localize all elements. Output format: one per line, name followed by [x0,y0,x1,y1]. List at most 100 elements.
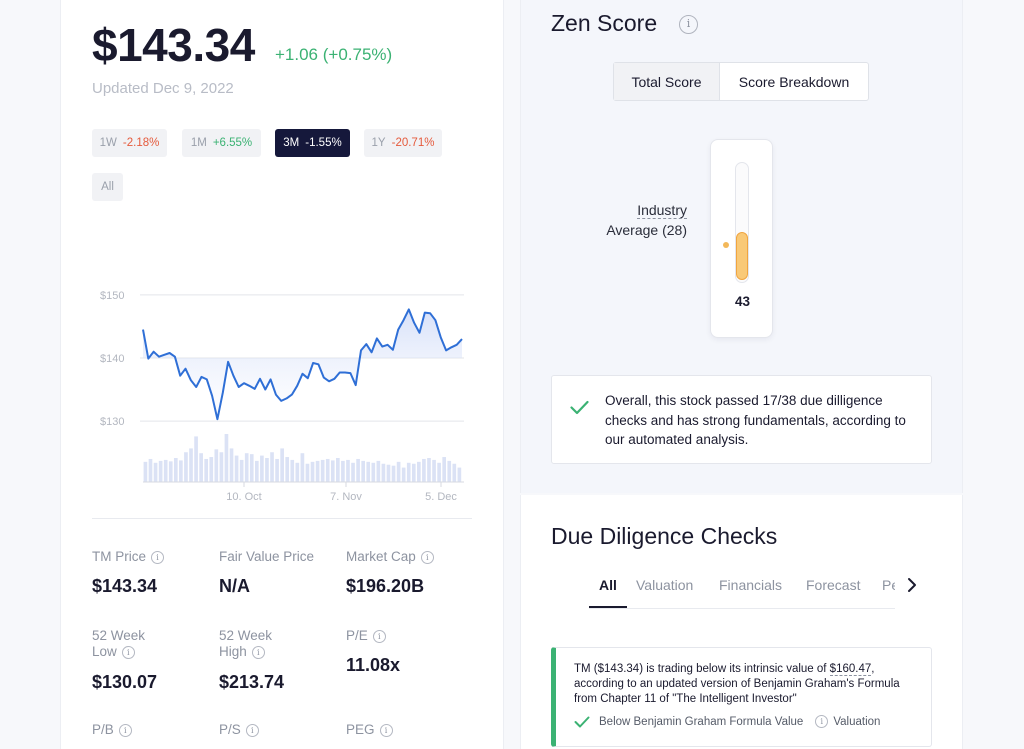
volume-bar [249,454,254,482]
volume-bar [189,448,193,482]
volume-bar [254,460,259,482]
chevron-right-icon[interactable] [904,576,920,594]
tab-valuation[interactable]: Valuation [636,577,693,593]
volume-bar [432,459,436,482]
period-label: All [101,181,114,193]
volume-bar [158,460,163,482]
info-icon[interactable]: i [151,550,164,564]
period-1y-button[interactable]: 1Y -20.71% [364,129,442,157]
price-change: +1.06 (+0.75%) [275,45,393,64]
volume-bar [406,462,411,482]
section-divider [92,518,472,519]
volume-bar [209,457,214,482]
price-chart[interactable]: $150 $140 $130 10. Oct 7. Nov 5. Dec [92,270,472,510]
zen-score-value: 43 [734,294,751,309]
volume-bar [260,455,264,482]
volume-bar [366,461,371,482]
volume-bar [411,463,416,482]
period-1w-button[interactable]: 1W -2.18% [92,129,167,157]
volume-bar [163,459,168,482]
volume-bar [224,434,229,482]
volume-bar [341,460,345,482]
volume-bar [244,453,249,482]
period-label: 1M [190,137,207,149]
info-icon[interactable]: i [420,550,434,564]
check-category: Valuation [833,715,881,728]
stat-value-fair-value: N/A [219,576,250,596]
y-axis: $150 $140 $130 [100,290,124,428]
volume-bar [310,461,315,482]
volume-bar [275,458,279,482]
volume-bar [199,453,203,482]
gauge-fill [736,232,748,280]
volume-bar [356,458,360,482]
volume-bar [376,460,381,482]
info-icon[interactable]: i [245,723,259,737]
x-tick-label: 7. Nov [330,491,362,503]
score-summary-card: Overall, this stock passed 17/38 due dil… [551,375,932,464]
stat-value-tm-price: $143.34 [92,576,158,596]
stat-value-market-cap: $196.20B [346,576,425,596]
period-change: -1.55% [305,137,342,149]
tab-performance[interactable]: Pe [882,577,895,593]
industry-average-label[interactable]: Industry Average (28) [560,200,687,240]
period-1m-button[interactable]: 1M +6.55% [182,129,261,157]
score-breakdown-tab[interactable]: Score Breakdown [720,63,868,100]
active-tab-indicator [589,606,627,608]
volume-bar [153,462,158,482]
volume-bar [361,460,365,482]
total-score-tab[interactable]: Total Score [614,63,720,100]
volume-bar [325,458,330,482]
volume-bar [391,465,396,482]
volume-bar [265,458,269,482]
volume-bar [396,461,401,482]
volume-bar [173,458,178,482]
volume-bar [214,449,219,482]
info-icon[interactable]: i [679,15,698,34]
volume-bar [219,452,224,482]
volume-bar [305,463,310,482]
tab-financials[interactable]: Financials [719,577,782,593]
info-icon[interactable]: i [815,715,829,728]
info-icon[interactable]: i [121,645,135,659]
tab-forecast[interactable]: Forecast [806,577,860,593]
volume-bars [143,434,464,483]
info-icon[interactable]: i [372,629,386,643]
tab-all[interactable]: All [599,577,617,593]
stat-label-market-cap: Market Cap i [346,549,434,565]
tabs-divider [589,608,895,609]
volume-bar [148,458,153,482]
volume-bar [371,462,376,482]
stat-label-pb: P/B i [92,722,132,738]
volume-bar [401,467,406,482]
check-icon [574,716,590,727]
volume-bar [300,453,305,482]
volume-bar [229,448,234,482]
volume-bar [194,436,198,482]
period-3m-button[interactable]: 3M -1.55% [275,129,350,157]
period-all-button[interactable]: All [92,173,123,201]
info-icon[interactable]: i [379,723,393,737]
volume-bar [143,461,148,482]
due-diligence-title: Due Diligence Checks [551,523,778,549]
volume-bar [447,460,452,482]
volume-bar [320,459,325,482]
y-tick-label: $140 [100,353,124,365]
period-change: -2.18% [122,137,160,149]
volume-bar [442,457,447,482]
volume-bar [330,460,335,482]
volume-bar [184,452,188,482]
period-label: 1W [99,137,117,149]
industry-average-marker [723,242,729,248]
score-summary-text: Overall, this stock passed 17/38 due dil… [605,393,906,447]
info-icon[interactable]: i [118,723,132,737]
info-icon[interactable]: i [251,645,265,659]
stat-value-52w-low: $130.07 [92,672,158,692]
volume-bar [381,463,386,482]
x-tick-label: 5. Dec [425,491,457,503]
volume-bar [386,464,391,482]
volume-bar [422,458,426,482]
y-tick-label: $150 [100,290,124,302]
stat-value-52w-high: $213.74 [219,672,285,692]
zen-score-gauge: 43 [710,139,773,338]
